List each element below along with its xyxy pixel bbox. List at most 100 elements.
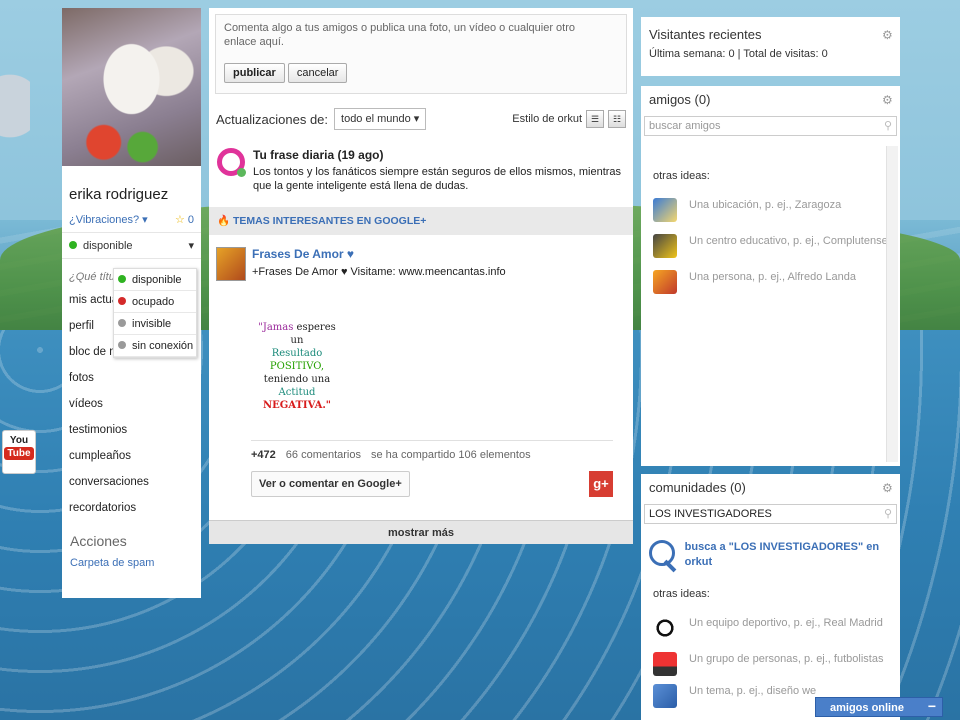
nav-reminders[interactable]: recordatorios — [62, 495, 201, 521]
youtube-logo-you: You — [9, 435, 29, 446]
search-icon: ⚲ — [883, 120, 892, 132]
post-description: +Frases De Amor ♥ Visitame: www.meencant… — [252, 266, 506, 278]
nav-birthdays[interactable]: cumpleaños — [62, 443, 201, 469]
friend-idea-school[interactable]: Un centro educativo, p. ej., Complutense — [641, 234, 900, 258]
gear-icon[interactable]: ⚙ — [882, 29, 894, 41]
status-dropdown-menu: disponible ocupado invisible sin conexió… — [113, 268, 197, 358]
cancel-button[interactable]: cancelar — [287, 63, 348, 83]
daily-quote: Tu frase diaria (19 ago) Los tontos y lo… — [209, 138, 633, 203]
minimize-icon[interactable]: − — [928, 696, 936, 716]
shared-count: se ha compartido 106 elementos — [371, 449, 531, 461]
gear-icon[interactable]: ⚙ — [882, 94, 894, 106]
publish-button[interactable]: publicar — [224, 63, 285, 83]
vibes-row: ¿Vibraciones? ▾ ☆ 0 — [62, 209, 201, 230]
status-option-available[interactable]: disponible — [114, 269, 196, 291]
friend-idea-person[interactable]: Una persona, p. ej., Alfredo Landa — [641, 270, 900, 294]
friend-idea-location[interactable]: Una ubicación, p. ej., Zaragoza — [641, 198, 900, 222]
star-count: 0 — [187, 214, 194, 226]
youtube-logo-tube: Tube — [4, 447, 34, 460]
post-quote-image[interactable]: "Jamas esperes un Resultado POSITIVO, te… — [251, 321, 343, 412]
orkut-style-label: Estilo de orkut — [512, 113, 582, 125]
plus-one-count[interactable]: +472 — [251, 449, 276, 461]
actions-heading: Acciones — [70, 533, 127, 549]
star-counter[interactable]: ☆ 0 — [175, 213, 194, 226]
nav-videos[interactable]: vídeos — [62, 391, 201, 417]
friends-box: amigos (0) ⚙ buscar amigos ⚲ otras ideas… — [641, 86, 900, 466]
community-search-result-text: busca a "LOS INVESTIGADORES" en orkut — [684, 541, 880, 568]
search-icon: ⚲ — [883, 508, 892, 520]
compact-view-icon[interactable]: ☷ — [608, 110, 626, 128]
friends-other-ideas-label: otras ideas: — [653, 170, 710, 182]
online-friends-bar[interactable]: amigos online − — [815, 697, 943, 717]
updates-filter-select[interactable]: todo el mundo ▾ — [334, 108, 427, 130]
community-idea-group[interactable]: Un grupo de personas, p. ej., futbolista… — [641, 652, 900, 676]
google-topics-label: TEMAS INTERESANTES EN GOOGLE+ — [233, 215, 427, 227]
quote-line-4: teniendo una — [263, 374, 331, 385]
updates-label: Actualizaciones de: — [216, 111, 329, 127]
status-option-busy[interactable]: ocupado — [114, 291, 196, 313]
online-friends-label: amigos online — [830, 702, 904, 714]
friends-scrollbar[interactable] — [886, 146, 898, 462]
offline-dot-icon — [118, 341, 126, 349]
community-idea-team[interactable]: Un equipo deportivo, p. ej., Real Madrid — [641, 616, 900, 640]
dropdown-arrow-icon: ▾ — [188, 240, 194, 252]
status-option-invisible[interactable]: invisible — [114, 313, 196, 335]
status-option-offline[interactable]: sin conexión — [114, 335, 196, 357]
daily-quote-text: Los tontos y los fanáticos siempre están… — [253, 166, 622, 192]
quote-line-3: POSITIVO, — [269, 361, 325, 372]
busy-dot-icon — [118, 297, 126, 305]
location-icon — [653, 198, 677, 222]
nav-photos[interactable]: fotos — [62, 365, 201, 391]
quote-line-5: Actitud — [278, 387, 316, 398]
status-label: disponible — [83, 239, 133, 252]
view-on-google-plus-button[interactable]: Ver o comentar en Google+ — [251, 471, 410, 497]
spam-folder-link[interactable]: Carpeta de spam — [62, 555, 201, 571]
status-selector[interactable]: disponible ▾ — [62, 232, 201, 259]
main-feed: Comenta algo a tus amigos o publica una … — [209, 8, 633, 544]
magnifier-icon — [649, 540, 677, 574]
post-author-name[interactable]: Frases De Amor ♥ — [252, 247, 506, 261]
communities-search-input[interactable]: LOS INVESTIGADORES ⚲ — [644, 504, 897, 524]
list-view-icon[interactable]: ☰ — [586, 110, 604, 128]
background-bunny-illustration — [0, 40, 30, 150]
compose-placeholder: Comenta algo a tus amigos o publica una … — [224, 22, 576, 48]
community-search-result[interactable]: busca a "LOS INVESTIGADORES" en orkut — [641, 540, 900, 574]
orkut-style-toggle: Estilo de orkut ☰ ☷ — [512, 110, 626, 128]
nav-testimonials[interactable]: testimonios — [62, 417, 201, 443]
recent-visitors-title: Visitantes recientes — [649, 27, 762, 42]
communities-other-ideas-label: otras ideas: — [653, 588, 710, 600]
recent-visitors-box: Visitantes recientes ⚙ Última semana: 0 … — [641, 17, 900, 76]
topic-icon — [653, 684, 677, 708]
youtube-badge[interactable]: You Tube — [2, 430, 36, 474]
quote-line-2: Resultado — [271, 348, 323, 359]
google-plus-icon[interactable]: g+ — [589, 471, 613, 497]
school-icon — [653, 234, 677, 258]
nav-conversations[interactable]: conversaciones — [62, 469, 201, 495]
flame-icon: 🔥 — [217, 215, 231, 227]
post-stats: +472 66 comentarios se ha compartido 106… — [251, 440, 613, 461]
star-icon: ☆ — [174, 214, 185, 226]
quote-word-jamas: "Jamas — [258, 322, 294, 333]
communities-title: comunidades (0) — [649, 480, 746, 495]
friends-title: amigos (0) — [649, 92, 711, 107]
quote-line-1: esperes un — [290, 322, 336, 346]
friends-search-input[interactable]: buscar amigos ⚲ — [644, 116, 897, 136]
profile-photo[interactable] — [62, 8, 201, 166]
invisible-dot-icon — [118, 319, 126, 327]
vibraciones-link[interactable]: ¿Vibraciones? ▾ — [69, 213, 148, 226]
post-author-avatar[interactable] — [216, 247, 246, 281]
user-name[interactable]: erika rodriguez — [62, 166, 201, 209]
google-plus-topics-header: 🔥 TEMAS INTERESANTES EN GOOGLE+ — [209, 207, 633, 235]
communities-search-value: LOS INVESTIGADORES — [649, 508, 772, 520]
gear-icon[interactable]: ⚙ — [882, 482, 894, 494]
compose-box[interactable]: Comenta algo a tus amigos o publica una … — [215, 14, 627, 94]
available-dot-icon — [118, 275, 126, 283]
visitor-stats: Última semana: 0 | Total de visitas: 0 — [649, 48, 828, 60]
comments-count[interactable]: 66 comentarios — [286, 449, 361, 461]
status-dot-icon — [69, 240, 77, 249]
car-icon — [653, 652, 677, 676]
quote-line-6: NEGATIVA." — [262, 400, 332, 411]
updates-filter-bar: Actualizaciones de: todo el mundo ▾ Esti… — [209, 100, 633, 138]
show-more-button[interactable]: mostrar más — [209, 520, 633, 544]
daily-quote-title: Tu frase diaria (19 ago) — [253, 148, 384, 162]
